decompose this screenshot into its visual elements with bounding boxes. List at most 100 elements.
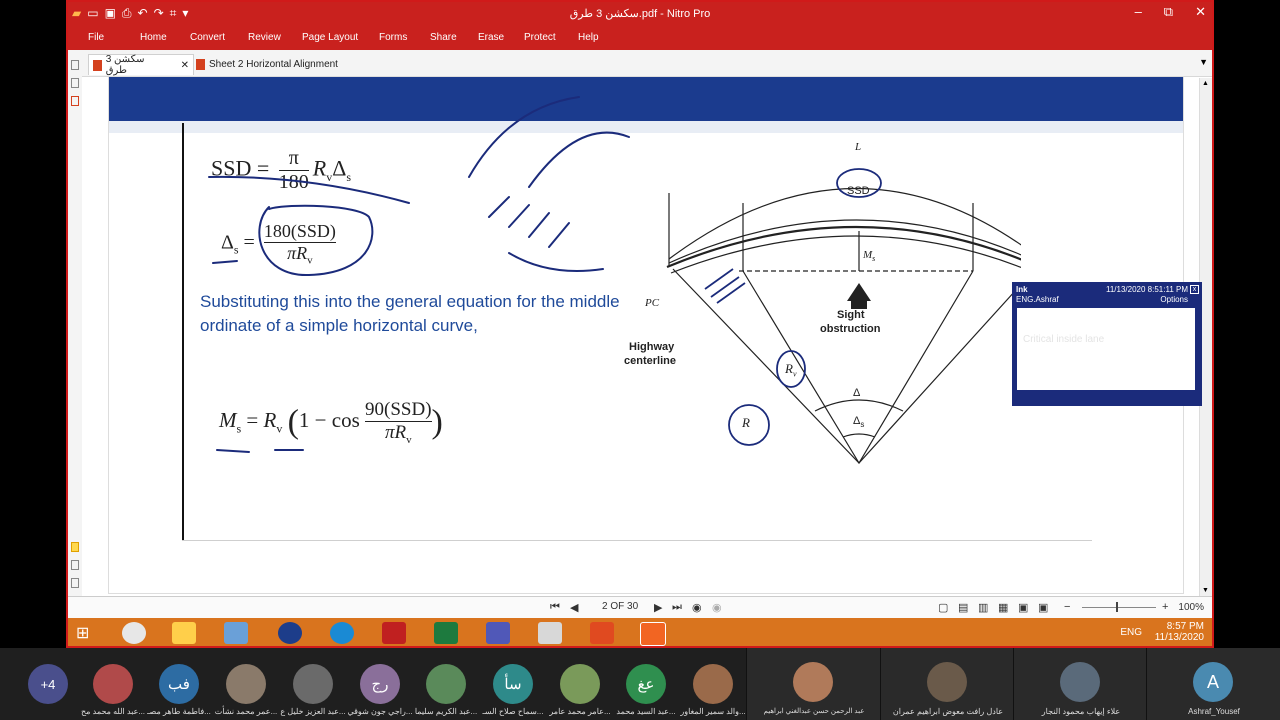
pages-panel-icon[interactable] [71,60,79,70]
links-panel-icon[interactable] [71,560,79,570]
output-panel-icon[interactable] [71,578,79,588]
minimize-button[interactable]: – [1135,4,1142,20]
tab-list-chevron-icon[interactable]: ▼ [1199,57,1208,67]
close-button[interactable]: ✕ [1195,4,1206,20]
participant-tile[interactable]: عادل رافت معوض ابراهيم عمران [880,648,1015,720]
participant-avatar: A [1193,662,1233,702]
scroll-up-icon[interactable]: ▲ [1202,80,1209,87]
doc-tab-label: Sheet 2 Horizontal Alignment [209,58,338,70]
figure-labels: L SSD Ms PC Highway centerline Sight obs… [621,133,1021,523]
continuous-view-icon[interactable]: ▤ [958,601,968,614]
excel-icon[interactable] [434,622,458,644]
file-explorer-icon[interactable] [172,622,196,644]
ink-popup-options[interactable]: Options [1160,295,1188,304]
doc-tab-active[interactable]: سكشن 3 طرق ✕ [88,54,194,76]
ribbon-tabs: File Home Convert Review Page Layout For… [68,26,1212,50]
last-page-icon[interactable]: ⏭ [672,601,682,614]
acrobat-icon[interactable] [590,622,614,644]
left-panel-bar [68,52,82,597]
scroll-down-icon[interactable]: ▼ [1202,587,1209,594]
back-view-icon[interactable]: ◉ [692,601,702,614]
participant-avatar[interactable] [293,664,333,704]
cdp-icon[interactable] [382,622,406,644]
teams-icon[interactable] [486,622,510,644]
next-page-icon[interactable]: ▶ [654,601,662,614]
tab-page-layout[interactable]: Page Layout [302,32,358,43]
label-highway: Highway [629,341,675,353]
doc-tab-sheet2[interactable]: Sheet 2 Horizontal Alignment [192,54,342,74]
status-bar: ⏮ ◀ 2 OF 30 ▶ ⏭ ◉ ◉ ▢ ▤ ▥ ▦ ▣ ▣ − + 100% [68,596,1212,619]
participant-name: علاء إيهاب محمود النجار [1041,707,1121,716]
attachments-panel-icon[interactable] [71,96,79,106]
single-page-view-icon[interactable]: ▢ [938,601,948,614]
ink-sketch-dashes [488,196,570,248]
window-title: سكشن 3 طرق.pdf - Nitro Pro [569,8,711,20]
paint-icon[interactable] [224,622,248,644]
label-PC: PC [645,297,660,309]
system-clock[interactable]: 8:57 PM 11/13/2020 [1155,621,1204,643]
participant-avatar [927,662,967,702]
calculator-icon[interactable] [538,622,562,644]
participant-tile[interactable]: علاء إيهاب محمود النجار [1013,648,1148,720]
comments-panel-icon[interactable] [71,542,79,552]
nitro-taskbar-icon[interactable] [640,622,666,646]
zoom-slider[interactable] [1082,602,1156,612]
ink-sketch-curve [508,252,604,272]
maximize-button[interactable]: ⧉ [1164,4,1173,20]
label-obstruction: obstruction [820,323,881,335]
first-page-icon[interactable]: ⏮ [550,601,560,614]
forward-view-icon[interactable]: ◉ [712,601,722,614]
tab-review[interactable]: Review [248,32,281,43]
zoom-in-icon[interactable]: + [1162,601,1168,613]
participant-avatar[interactable]: فب [159,664,199,704]
windows-start-icon[interactable]: ⊞ [76,623,89,643]
label-L: L [855,141,862,153]
participant-avatar[interactable]: رج [360,664,400,704]
participant-name: والد سمير المغاور... [680,707,746,716]
bookmarks-panel-icon[interactable] [71,78,79,88]
participant-avatar[interactable] [93,664,133,704]
participant-avatar[interactable]: سأ [493,664,533,704]
participant-avatar[interactable]: عغ [626,664,666,704]
fit-page-icon[interactable]: ▣ [1038,601,1048,614]
fit-width-icon[interactable]: ▣ [1018,601,1028,614]
participant-avatar[interactable] [693,664,733,704]
participant-avatar[interactable] [560,664,600,704]
close-tab-icon[interactable]: ✕ [181,60,189,71]
facing-continuous-view-icon[interactable]: ▦ [998,601,1008,614]
tab-protect[interactable]: Protect [524,32,556,43]
more-participants-button[interactable]: +4 [28,664,68,704]
ink-popup-close-icon[interactable]: x [1190,285,1199,294]
ink-popup-timestamp: 11/13/2020 8:51:11 PM [1106,285,1188,294]
zoom-out-icon[interactable]: − [1064,601,1070,613]
input-language[interactable]: ENG [1120,627,1142,638]
facing-view-icon[interactable]: ▥ [978,601,988,614]
doc-tab-label: سكشن 3 طرق [105,54,145,76]
ink-popup-body[interactable]: Critical inside lane [1017,308,1195,390]
tab-convert[interactable]: Convert [190,32,225,43]
file-menu[interactable]: File [88,32,104,43]
prev-page-icon[interactable]: ◀ [570,601,578,614]
participant-tile[interactable]: A Ashraf_Yousef [1146,648,1280,720]
tab-help[interactable]: Help [578,32,599,43]
page-indicator[interactable]: 2 OF 30 [602,601,638,612]
tab-home[interactable]: Home [140,32,167,43]
ink-comment-popup[interactable]: Ink ENG.Ashraf 11/13/2020 8:51:11 PM x O… [1012,282,1202,406]
zoom-slider-thumb[interactable] [1116,602,1118,612]
app-icon[interactable] [278,622,302,644]
zoom-level[interactable]: 100% [1178,602,1204,613]
participant-tile[interactable]: عبد الرحمن حسن عبدالغني ابراهيم [746,648,881,720]
tab-erase[interactable]: Erase [478,32,504,43]
participant-avatar[interactable] [226,664,266,704]
edge-icon[interactable] [330,622,354,644]
chrome-icon[interactable] [122,622,146,644]
tab-share[interactable]: Share [430,32,457,43]
nitro-window: ▰ ▭ ▣ ⎙ ↶ ↷ ⌗ ▾ سكشن 3 طرق.pdf - Nitro P… [66,0,1214,648]
tab-forms[interactable]: Forms [379,32,407,43]
participant-avatar [1060,662,1100,702]
document-tab-bar: سكشن 3 طرق ✕ Sheet 2 Horizontal Alignmen… [68,50,1212,77]
participant-avatar[interactable] [426,664,466,704]
label-Rv-sub: v [792,369,797,379]
windows-taskbar: ⊞ ENG 8:57 PM 11/13/2020 [68,618,1212,646]
label-SSD: SSD [847,185,870,197]
